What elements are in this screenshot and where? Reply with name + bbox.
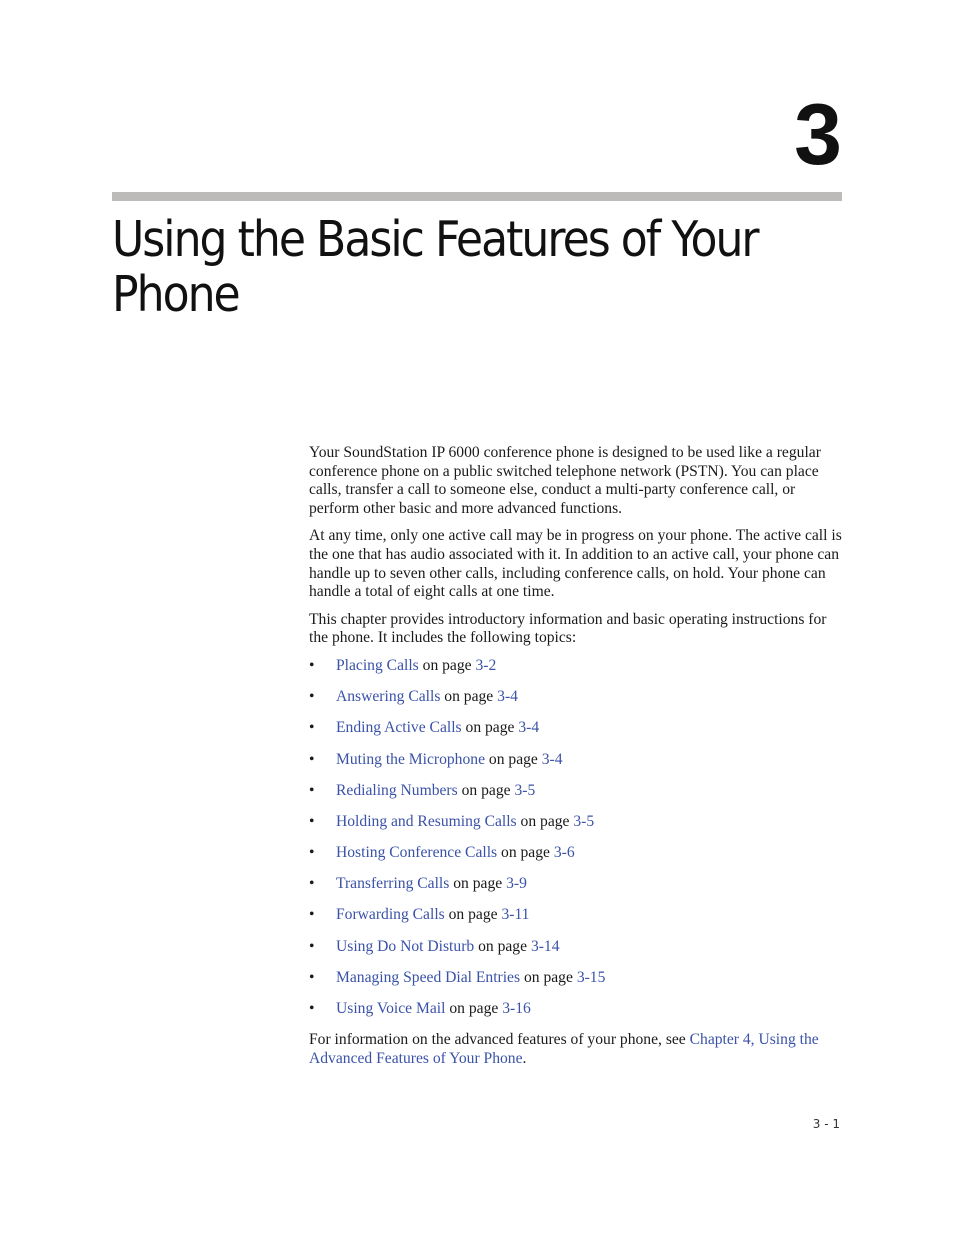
topic-list-item: • Forwarding Calls on page 3-11 [309, 906, 844, 937]
closing-paragraph: For information on the advanced features… [309, 1031, 844, 1068]
bullet-icon: • [309, 1000, 315, 1017]
topic-link[interactable]: Ending Active Calls [336, 719, 462, 736]
page-number: 3 - 1 [812, 1117, 840, 1131]
topic-link[interactable]: Managing Speed Dial Entries [336, 969, 520, 986]
intro-paragraph: At any time, only one active call may be… [309, 527, 842, 601]
topic-connector: on page [523, 968, 573, 986]
bullet-icon: • [309, 719, 315, 737]
topic-list-item: • Using Do Not Disturb on page 3-14 [309, 938, 844, 969]
topic-page-link[interactable]: 3-15 [577, 969, 606, 986]
closing-text: For information on the advanced features… [309, 1031, 690, 1049]
topic-page-link[interactable]: 3-14 [531, 938, 560, 955]
topics-list: • Placing Calls on page 3-2 • Answering Cal… [309, 657, 844, 1031]
topic-link[interactable]: Answering Calls [336, 688, 440, 705]
chapter-title: Using the Basic Features of Your Phone [112, 211, 760, 323]
topic-link[interactable]: Holding and Resuming Calls [336, 813, 517, 830]
topic-list-item: • Holding and Resuming Calls on page 3-5 [309, 813, 844, 844]
topic-link[interactable]: Forwarding Calls [336, 906, 445, 923]
closing-suffix: . [522, 1049, 527, 1067]
topic-link[interactable]: Using Voice Mail [336, 1000, 445, 1017]
topic-connector: on page [422, 656, 472, 674]
bullet-icon: • [309, 812, 315, 830]
bullet-icon: • [309, 968, 315, 986]
topic-connector: on page [478, 937, 528, 955]
topic-connector: on page [465, 719, 515, 737]
bullet-icon: • [309, 844, 315, 862]
bullet-icon: • [309, 656, 315, 674]
intro-paragraph: This chapter provides introductory infor… [309, 610, 827, 647]
topic-list-item: • Ending Active Calls on page 3-4 [309, 719, 844, 750]
chapter-rule [112, 192, 842, 201]
topic-list-item: • Transferring Calls on page 3-9 [309, 875, 844, 906]
topic-page-link[interactable]: 3-6 [554, 844, 575, 861]
chapter-number: 3 [794, 87, 842, 183]
topic-list-item: • Hosting Conference Calls on page 3-6 [309, 844, 844, 875]
topic-list-item: • Placing Calls on page 3-2 [309, 657, 844, 688]
body-content: Your SoundStation IP 6000 conference pho… [309, 444, 844, 1077]
topic-page-link[interactable]: 3-11 [501, 906, 529, 923]
topic-page-link[interactable]: 3-4 [518, 719, 539, 736]
topic-page-link[interactable]: 3-4 [542, 751, 563, 768]
topic-connector: on page [501, 844, 550, 862]
topic-connector: on page [461, 781, 511, 799]
bullet-icon: • [309, 906, 315, 924]
bullet-icon: • [309, 781, 315, 799]
topic-connector: on page [488, 750, 538, 768]
topic-page-link[interactable]: 3-4 [497, 688, 518, 705]
topic-connector: on page [448, 906, 498, 924]
bullet-icon: • [309, 937, 315, 955]
bullet-icon: • [309, 750, 315, 768]
topic-connector: on page [453, 875, 503, 893]
topic-link[interactable]: Muting the Microphone [336, 751, 485, 768]
topic-list-item: • Muting the Microphone on page 3-4 [309, 751, 844, 782]
topic-connector: on page [449, 1000, 499, 1017]
topic-link[interactable]: Transferring Calls [336, 875, 449, 892]
bullet-icon: • [309, 875, 315, 893]
topic-list-item: • Managing Speed Dial Entries on page 3-1… [309, 969, 844, 1000]
topic-connector: on page [520, 812, 570, 830]
topic-list-item: • Redialing Numbers on page 3-5 [309, 782, 844, 813]
bullet-icon: • [309, 688, 315, 706]
intro-paragraph: Your SoundStation IP 6000 conference pho… [309, 444, 821, 517]
topic-page-link[interactable]: 3-5 [573, 813, 594, 830]
topic-list-item: • Using Voice Mail on page 3-16 [309, 1000, 844, 1031]
topic-page-link[interactable]: 3-16 [502, 1000, 531, 1017]
topic-page-link[interactable]: 3-5 [514, 782, 535, 799]
topic-connector: on page [444, 688, 494, 706]
topic-link[interactable]: Using Do Not Disturb [336, 938, 474, 955]
topic-list-item: • Answering Calls on page 3-4 [309, 688, 844, 719]
topic-link[interactable]: Hosting Conference Calls [336, 844, 497, 861]
topic-link[interactable]: Placing Calls [336, 657, 419, 674]
topic-page-link[interactable]: 3-9 [506, 875, 527, 892]
topic-link[interactable]: Redialing Numbers [336, 782, 458, 799]
topic-page-link[interactable]: 3-2 [475, 657, 496, 674]
